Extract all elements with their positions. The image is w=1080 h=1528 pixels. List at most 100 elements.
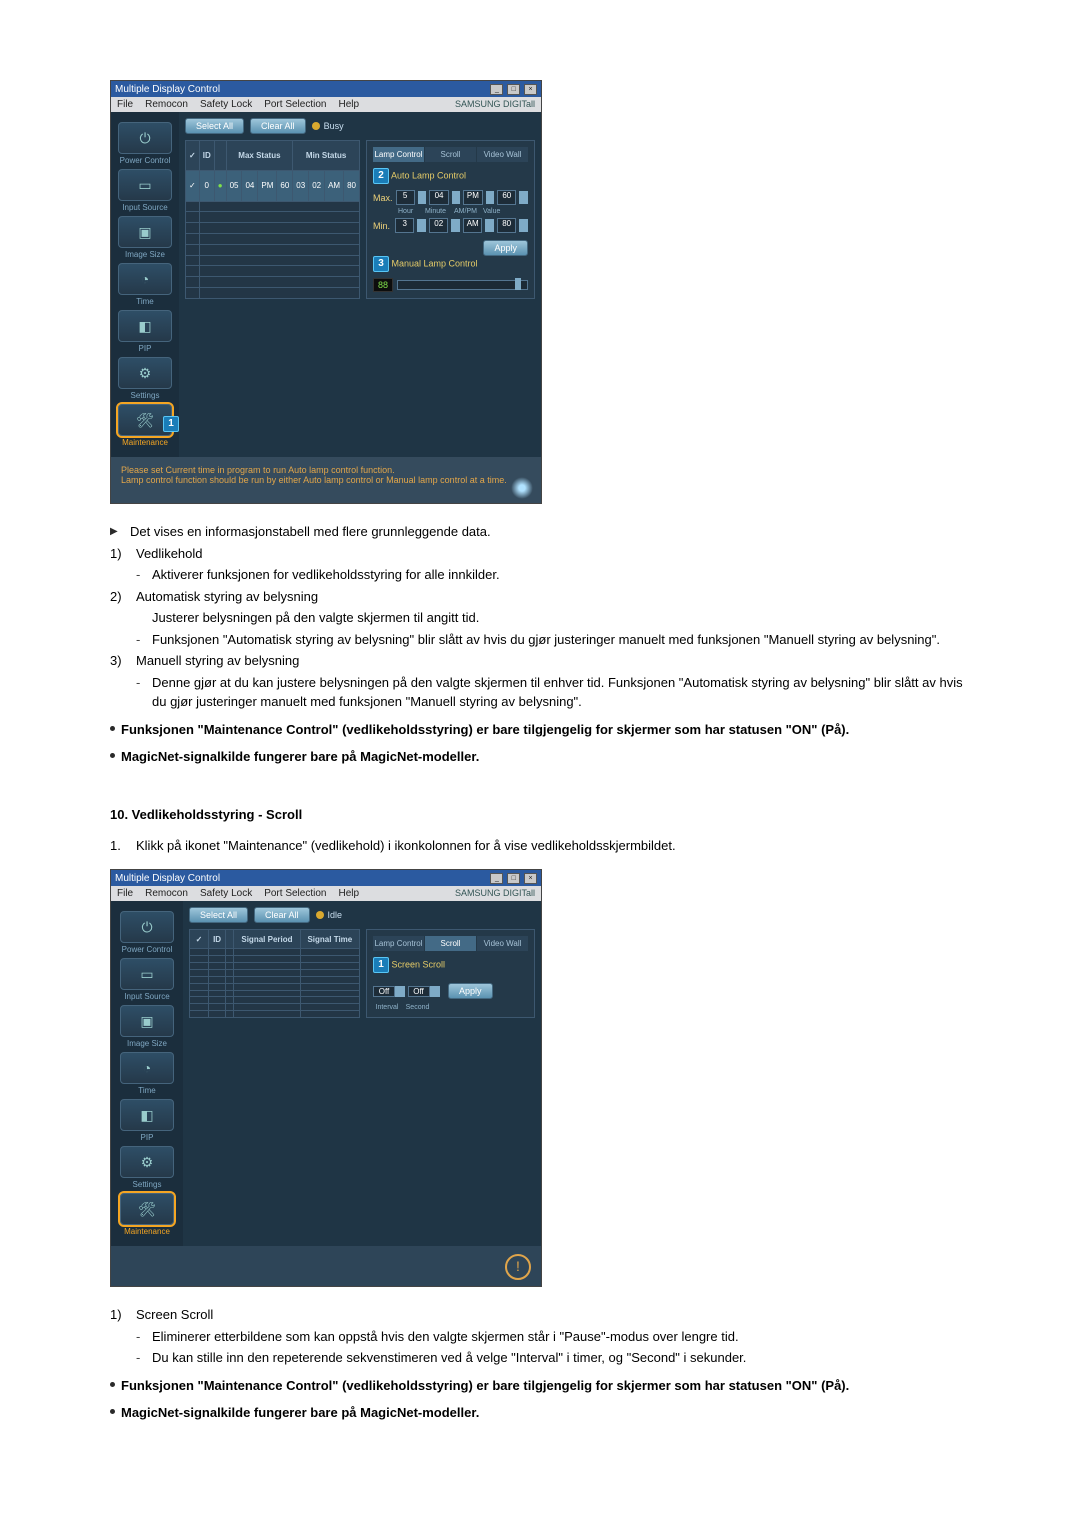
window-buttons[interactable]: _ □ ×	[489, 83, 537, 95]
table-row[interactable]	[190, 997, 360, 1004]
input-source-icon[interactable]: ▭	[120, 958, 174, 990]
table-row[interactable]	[190, 963, 360, 970]
table-row[interactable]	[186, 288, 360, 299]
dropdown-icon[interactable]	[430, 986, 440, 997]
max-minute-input[interactable]: 04	[429, 190, 448, 205]
table-row[interactable]	[186, 223, 360, 234]
dropdown-icon[interactable]	[451, 219, 460, 232]
minimize-icon[interactable]: _	[490, 84, 503, 95]
tab-lamp-control[interactable]: Lamp Control	[373, 936, 424, 951]
glow-icon	[511, 477, 533, 499]
menu-port[interactable]: Port Selection	[264, 888, 326, 899]
status-text: Busy	[324, 121, 344, 131]
col-check[interactable]: ✓	[186, 141, 200, 171]
min-ampm-input[interactable]: AM	[463, 218, 482, 233]
pip-icon[interactable]: ◧	[118, 310, 172, 342]
settings-icon[interactable]: ⚙	[120, 1146, 174, 1178]
window-buttons[interactable]: _ □ ×	[489, 872, 537, 884]
table-row[interactable]	[186, 266, 360, 277]
sidebar: ⏻ Power Control ▭ Input Source ▣ Image S…	[111, 112, 179, 457]
pip-icon[interactable]: ◧	[120, 1099, 174, 1131]
manual-slider[interactable]	[397, 280, 528, 290]
second-select[interactable]: Off	[408, 986, 430, 997]
menu-help[interactable]: Help	[338, 99, 359, 110]
minimize-icon[interactable]: _	[490, 873, 503, 884]
table-row[interactable]	[186, 234, 360, 245]
maintenance-icon[interactable]: 🛠	[120, 1193, 174, 1225]
select-all-button[interactable]: Select All	[185, 118, 244, 134]
tab-scroll[interactable]: Scroll	[425, 936, 476, 951]
min-minute-input[interactable]: 02	[429, 218, 448, 233]
max-hour-input[interactable]: 5	[396, 190, 415, 205]
menu-file[interactable]: File	[117, 888, 133, 899]
power-control-icon[interactable]: ⏻	[118, 122, 172, 154]
maintenance-label: Maintenance	[113, 1227, 181, 1236]
dropdown-icon[interactable]	[519, 191, 528, 204]
table-row[interactable]	[190, 956, 360, 963]
table-row[interactable]: ✓ 0 ● 05 04 PM 60 03 02 AM 80	[186, 171, 360, 201]
titlebar[interactable]: Multiple Display Control _ □ ×	[111, 81, 541, 97]
menu-safety[interactable]: Safety Lock	[200, 99, 252, 110]
dropdown-icon[interactable]	[486, 191, 495, 204]
tab-video-wall[interactable]: Video Wall	[477, 147, 528, 162]
power-control-icon[interactable]: ⏻	[120, 911, 174, 943]
tab-video-wall[interactable]: Video Wall	[477, 936, 528, 951]
close-icon[interactable]: ×	[524, 84, 537, 95]
min-hour-input[interactable]: 3	[395, 218, 414, 233]
menu-port[interactable]: Port Selection	[264, 99, 326, 110]
table-row[interactable]	[186, 201, 360, 212]
table-row[interactable]	[186, 277, 360, 288]
image-size-label: Image Size	[113, 250, 177, 259]
menu-remocon[interactable]: Remocon	[145, 99, 188, 110]
slider-thumb-icon[interactable]	[515, 278, 521, 290]
clear-all-button[interactable]: Clear All	[254, 907, 310, 923]
tab-scroll[interactable]: Scroll	[425, 147, 476, 162]
image-size-icon[interactable]: ▣	[118, 216, 172, 248]
interval-select[interactable]: Off	[373, 986, 395, 997]
table-row[interactable]	[186, 212, 360, 223]
table-row[interactable]	[186, 244, 360, 255]
footer-message: Please set Current time in program to ru…	[111, 457, 541, 503]
table-row[interactable]	[190, 969, 360, 976]
table-row[interactable]	[190, 1011, 360, 1018]
dropdown-icon[interactable]	[519, 219, 528, 232]
tab-lamp-control[interactable]: Lamp Control	[373, 147, 424, 162]
menu-help[interactable]: Help	[338, 888, 359, 899]
table-row[interactable]	[190, 990, 360, 997]
maximize-icon[interactable]: □	[507, 873, 520, 884]
maximize-icon[interactable]: □	[507, 84, 520, 95]
clear-all-button[interactable]: Clear All	[250, 118, 306, 134]
dropdown-icon[interactable]	[417, 219, 426, 232]
max-value-input[interactable]: 60	[497, 190, 516, 205]
menu-remocon[interactable]: Remocon	[145, 888, 188, 899]
input-source-icon[interactable]: ▭	[118, 169, 172, 201]
min-label: Min.	[373, 221, 392, 231]
titlebar[interactable]: Multiple Display Control _ □ ×	[111, 870, 541, 886]
close-icon[interactable]: ×	[524, 873, 537, 884]
dropdown-icon[interactable]	[485, 219, 494, 232]
note-text: MagicNet-signalkilde fungerer bare på Ma…	[121, 1403, 479, 1423]
max-ampm-input[interactable]: PM	[463, 190, 482, 205]
image-size-icon[interactable]: ▣	[120, 1005, 174, 1037]
apply-button[interactable]: Apply	[483, 240, 528, 256]
menu-file[interactable]: File	[117, 99, 133, 110]
table-row[interactable]	[190, 976, 360, 983]
settings-icon[interactable]: ⚙	[118, 357, 172, 389]
dropdown-icon[interactable]	[418, 191, 427, 204]
dropdown-icon[interactable]	[452, 191, 461, 204]
time-icon[interactable]: ◔	[118, 263, 172, 295]
apply-button[interactable]: Apply	[448, 983, 493, 999]
maintenance-label: Maintenance	[113, 438, 177, 447]
table-row[interactable]	[190, 1004, 360, 1011]
menu-safety[interactable]: Safety Lock	[200, 888, 252, 899]
time-icon[interactable]: ◔	[120, 1052, 174, 1084]
table-row[interactable]	[190, 983, 360, 990]
table-row[interactable]	[190, 949, 360, 956]
col-check[interactable]: ✓	[190, 930, 209, 949]
item-number: 2)	[110, 587, 130, 607]
dropdown-icon[interactable]	[395, 986, 405, 997]
select-all-button[interactable]: Select All	[189, 907, 248, 923]
table-row[interactable]	[186, 255, 360, 266]
min-value-input[interactable]: 80	[497, 218, 516, 233]
row-check[interactable]: ✓	[186, 171, 200, 201]
